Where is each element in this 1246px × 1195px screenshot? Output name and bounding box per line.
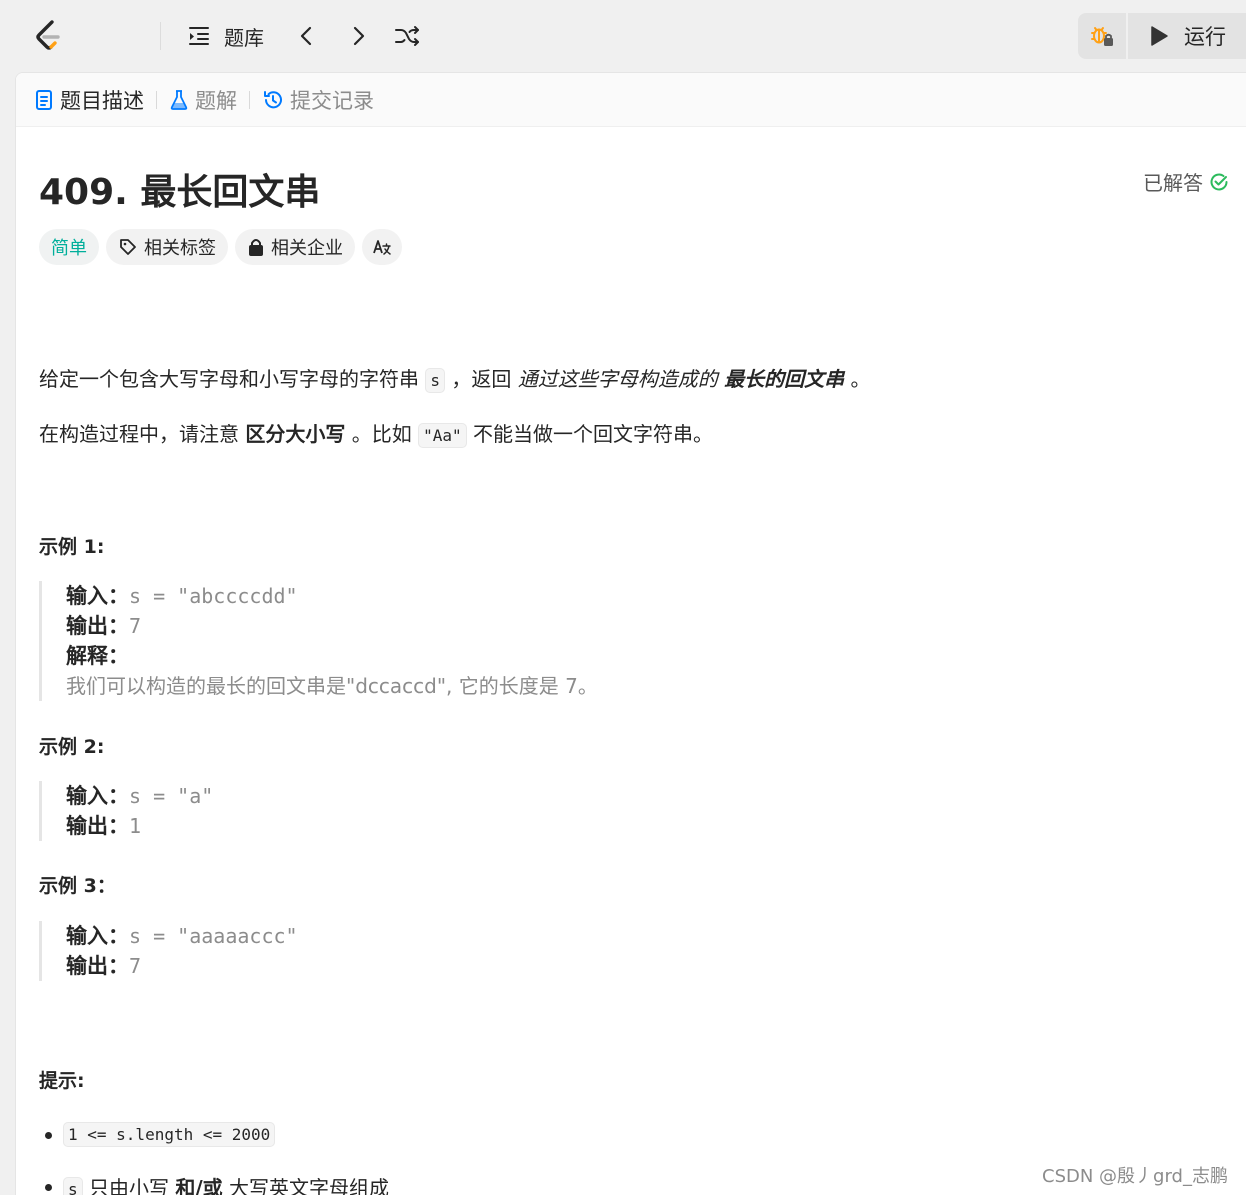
- hint-2: s 只由小写 和/或 大写英文字母组成: [63, 1172, 389, 1195]
- example-explain-label-line: 解释：: [66, 641, 598, 671]
- output-value: 7: [129, 954, 142, 978]
- example-3-title: 示例 3：: [39, 875, 116, 897]
- output-label: 输出：: [66, 814, 129, 838]
- difficulty-badge: 简单: [39, 229, 99, 265]
- chevron-left-icon: [300, 26, 312, 46]
- output-label: 输出：: [66, 614, 129, 638]
- input-label: 输入：: [66, 784, 129, 808]
- hint-bold: 和/或: [175, 1176, 223, 1195]
- input-value: s = "aaaaaccc": [129, 924, 298, 948]
- prev-problem-button[interactable]: [291, 20, 323, 52]
- desc-italic: 通过这些字母构造成的: [517, 367, 718, 391]
- tab-description-label: 题目描述: [60, 88, 144, 113]
- example-output-line: 输出：7: [66, 611, 598, 641]
- tab-submissions-label: 提交记录: [290, 88, 374, 113]
- tab-solutions-label: 题解: [195, 88, 237, 113]
- solved-status: 已解答: [1143, 167, 1229, 196]
- tab-solutions[interactable]: 题解: [169, 85, 237, 115]
- description-paragraph-1: 给定一个包含大写字母和小写字母的字符串 s ，返回 通过这些字母构造成的 最长的…: [39, 363, 871, 393]
- tab-description[interactable]: 题目描述: [34, 85, 144, 115]
- play-icon: [1151, 26, 1168, 46]
- input-label: 输入：: [66, 924, 129, 948]
- output-value: 1: [129, 814, 142, 838]
- translate-button[interactable]: [362, 229, 402, 265]
- watermark: CSDN @殷丿grd_志鹏: [1042, 1166, 1228, 1187]
- explain-value: 我们可以构造的最长的回文串是"dccaccd", 它的长度是 7。: [66, 674, 598, 698]
- flask-icon: [170, 89, 188, 110]
- inline-code: s: [63, 1177, 83, 1195]
- problem-tags: 简单 相关标签 相关企业: [39, 229, 402, 265]
- check-circle-icon: [1210, 173, 1228, 190]
- solved-label: 已解答: [1143, 171, 1203, 195]
- shuffle-icon: [395, 26, 419, 46]
- history-icon: [264, 90, 282, 108]
- tab-separator: [156, 90, 157, 109]
- desc-text: 在构造过程中，请注意: [39, 422, 239, 446]
- inline-code: "Aa": [418, 423, 467, 448]
- related-companies-label: 相关企业: [271, 238, 343, 259]
- random-problem-button[interactable]: [391, 20, 423, 52]
- panel-tabs: 题目描述 题解 提交记录: [16, 73, 1246, 127]
- related-companies-button[interactable]: 相关企业: [235, 229, 355, 265]
- output-value: 7: [129, 614, 142, 638]
- example-input-line: 输入：s = "aaaaaccc": [66, 921, 298, 951]
- chevron-right-icon: [353, 26, 365, 46]
- tag-icon: [120, 239, 136, 255]
- bullet: [45, 1184, 52, 1191]
- lock-icon: [249, 239, 263, 256]
- example-input-line: 输入：s = "abccccdd": [66, 581, 598, 611]
- hint-text: 大写英文字母组成: [229, 1176, 390, 1195]
- desc-text: 。: [850, 367, 871, 391]
- example-output-line: 输出：1: [66, 811, 213, 841]
- example-output-line: 输出：7: [66, 951, 298, 981]
- top-divider: [160, 22, 161, 50]
- desc-text: ，返回: [451, 367, 512, 391]
- related-tags-label: 相关标签: [144, 238, 216, 259]
- debug-button[interactable]: [1078, 13, 1126, 59]
- description-panel: 题目描述 题解 提交记录 409. 最长回文串 已解答 简单 相关标签 相关企业…: [15, 72, 1246, 1195]
- input-value: s = "a": [129, 784, 214, 808]
- translate-icon: [373, 240, 391, 255]
- list-icon: [189, 27, 209, 45]
- inline-code: 1 <= s.length <= 2000: [63, 1122, 276, 1147]
- document-icon: [36, 89, 52, 110]
- output-label: 输出：: [66, 954, 129, 978]
- problem-list-button[interactable]: 题库: [186, 20, 264, 52]
- hint-1: 1 <= s.length <= 2000: [63, 1121, 276, 1147]
- run-label: 运行: [1184, 25, 1226, 49]
- desc-bold-italic: 最长的回文串: [724, 367, 845, 391]
- desc-bold: 区分大小写: [245, 422, 346, 446]
- leetcode-logo-icon[interactable]: [30, 18, 66, 54]
- next-problem-button[interactable]: [342, 20, 374, 52]
- input-value: s = "abccccdd": [129, 584, 298, 608]
- desc-text: 。比如: [351, 422, 412, 446]
- example-input-line: 输入：s = "a": [66, 781, 213, 811]
- run-button[interactable]: 运行: [1128, 13, 1246, 59]
- example-3-block: 输入：s = "aaaaaccc" 输出：7: [39, 921, 298, 981]
- tab-separator: [249, 90, 250, 109]
- explain-label: 解释：: [66, 644, 129, 668]
- example-explain-line: 我们可以构造的最长的回文串是"dccaccd", 它的长度是 7。: [66, 671, 598, 701]
- example-1-title: 示例 1:: [39, 536, 105, 558]
- related-tags-button[interactable]: 相关标签: [106, 229, 228, 265]
- inline-code: s: [425, 368, 445, 393]
- desc-text: 不能当做一个回文字符串。: [472, 422, 713, 446]
- example-2-title: 示例 2:: [39, 736, 105, 758]
- bullet: [45, 1132, 52, 1139]
- example-2-block: 输入：s = "a" 输出：1: [39, 781, 213, 841]
- tab-submissions[interactable]: 提交记录: [262, 85, 374, 115]
- description-paragraph-2: 在构造过程中，请注意 区分大小写 。比如 "Aa" 不能当做一个回文字符串。: [39, 418, 713, 448]
- top-bar: 题库 运行: [0, 0, 1246, 72]
- hints-title: 提示:: [39, 1070, 85, 1092]
- problem-title[interactable]: 409. 最长回文串: [39, 163, 320, 215]
- problem-list-label: 题库: [224, 25, 264, 50]
- desc-text: 给定一个包含大写字母和小写字母的字符串: [39, 367, 419, 391]
- input-label: 输入：: [66, 584, 129, 608]
- example-1-block: 输入：s = "abccccdd" 输出：7 解释： 我们可以构造的最长的回文串…: [39, 581, 598, 701]
- hint-text: 只由小写: [89, 1176, 169, 1195]
- bug-lock-icon: [1091, 27, 1113, 46]
